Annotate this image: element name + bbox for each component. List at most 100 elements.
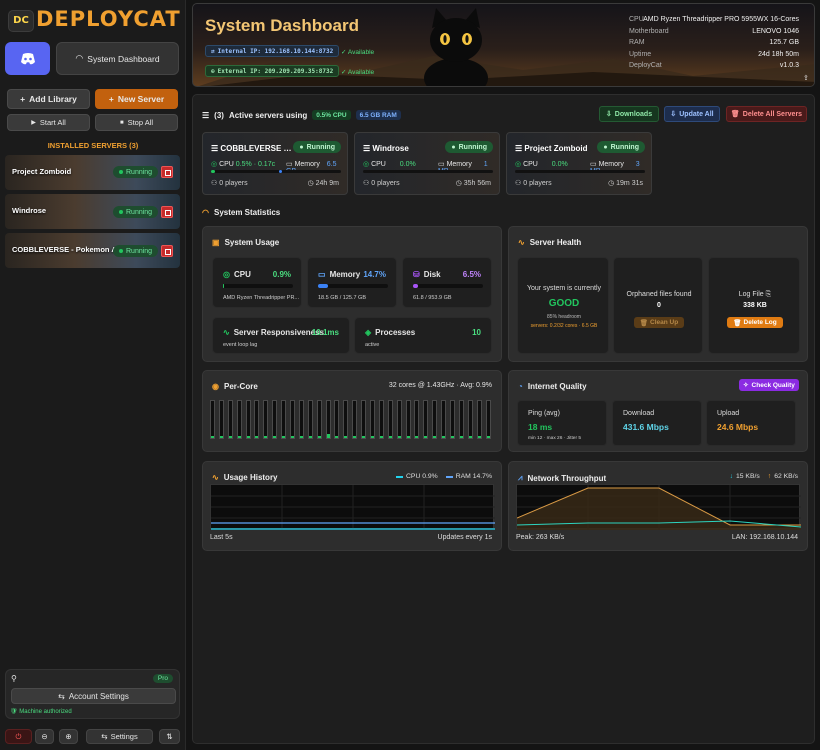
stop-all-label: Stop All [127, 118, 154, 127]
power-button[interactable]: ⏻ [5, 729, 32, 744]
core-bar [281, 400, 287, 439]
upload-value: 24.6 Mbps [717, 422, 759, 432]
core-bar [370, 400, 376, 439]
stop-server-button[interactable] [161, 206, 173, 218]
cpu-usage-pill: 0.5% CPU [312, 110, 351, 120]
export-icon[interactable]: ⇪ [803, 74, 809, 82]
delete-all-servers-button[interactable]: 🗑 Delete All Servers [726, 106, 807, 122]
player-count: ⚇ 0 players [515, 180, 552, 187]
sliders-icon: ⇆ [101, 732, 108, 741]
core-bar [290, 400, 296, 439]
sidebar: DC DEPLOYCAT ◠ System Dashboard + Add Li… [0, 0, 186, 750]
core-bar [485, 400, 491, 439]
responsiveness-label: ∿ Server Responsiveness [223, 328, 324, 337]
core-bar [325, 400, 331, 439]
zoom-out-icon: ⊖ [41, 732, 48, 741]
server-card-metrics: ◎ CPU 0.0% ▭ Memory 3 MB [515, 161, 640, 175]
upload-label: Upload [717, 410, 740, 417]
network-throughput-title: ⩘ Network Throughput [518, 473, 607, 483]
discord-button[interactable] [5, 42, 50, 75]
trash-icon: 🗑 [730, 111, 740, 118]
disk-tile: ⛁ Disk 6.5% 61.8 / 953.9 GB [402, 257, 492, 308]
cpu-sub: AMD Ryzen Threadripper PR... [223, 295, 300, 301]
internal-ip-status: ✓ Available [341, 49, 375, 56]
server-card-bar [515, 170, 645, 173]
status-badge: Running [113, 166, 159, 178]
server-name: Project Zomboid [12, 167, 72, 176]
processes-label: ◈ Processes [365, 328, 416, 337]
processes-sub: active [365, 342, 380, 348]
add-library-button[interactable]: + Add Library [7, 89, 90, 109]
active-servers-header: ☰ (3) Active servers using 0.5% CPU 6.5 … [202, 110, 401, 120]
zoom-in-button[interactable]: ⊕ [59, 729, 78, 744]
core-bar [210, 400, 215, 439]
memory-tile: ▭ Memory 14.7% 18.5 GB / 125.7 GB [307, 257, 397, 308]
health-detail: servers: 0.2/32 cores · 6.5 GB [530, 323, 598, 329]
power-icon: ⏻ [15, 731, 22, 741]
plus-icon: + [20, 94, 26, 104]
settings-button[interactable]: ⇆ Settings [86, 729, 153, 744]
pulse-icon: ∿ [223, 328, 230, 337]
stop-server-button[interactable] [161, 245, 173, 257]
player-count: ⚇ 0 players [211, 180, 248, 187]
new-server-button[interactable]: + New Server [95, 89, 178, 109]
server-card-title: ☰ Project Zomboid [515, 144, 588, 153]
responsiveness-sub: event loop lag [223, 342, 258, 348]
swap-icon: ⇅ [166, 732, 173, 741]
downloads-button[interactable]: ⇩ Downloads [599, 106, 659, 122]
usage-history-left-footer: Last 5s [210, 534, 233, 541]
upload-tile: Upload 24.6 Mbps [706, 400, 796, 446]
zoom-out-button[interactable]: ⊖ [35, 729, 54, 744]
check-quality-button[interactable]: ✧ Check Quality [739, 379, 799, 391]
server-item-windrose[interactable]: Windrose Running [5, 194, 180, 229]
stop-server-button[interactable] [161, 166, 173, 178]
main-content: System Dashboard ⇄ Internal IP: 192.168.1… [192, 3, 815, 744]
core-bar [450, 400, 456, 439]
installed-servers-title: INSTALLED SERVERS (3) [47, 141, 139, 150]
core-bar [423, 400, 429, 439]
disk-label: ⛁ Disk [413, 270, 441, 279]
page-title: System Dashboard [205, 16, 359, 35]
server-name: Windrose [12, 206, 47, 215]
system-dashboard-button[interactable]: ◠ System Dashboard [56, 42, 179, 75]
responsiveness-value: 10.1ms [311, 328, 339, 337]
network-throughput-chart [516, 484, 802, 530]
discord-icon [20, 52, 35, 64]
account-settings-label: Account Settings [68, 691, 129, 701]
per-core-title: ◉ Per-Core [212, 382, 258, 391]
clean-up-button[interactable]: 🗑 Clean Up [633, 317, 685, 328]
server-item-project-zomboid[interactable]: Project Zomboid Running [5, 155, 180, 190]
trash-icon: 🗑 [733, 319, 742, 327]
core-bar [343, 400, 349, 439]
internal-ip-badge[interactable]: ⇄ Internal IP: 192.168.10.144:8732 [205, 45, 340, 57]
play-icon: ▶ [31, 120, 36, 126]
delete-log-button[interactable]: 🗑 Delete Log [727, 317, 783, 328]
ping-tile: Ping (avg) 18 ms min 12 · max 26 · Jitte… [517, 400, 607, 446]
player-count: ⚇ 0 players [363, 180, 400, 187]
swap-button[interactable]: ⇅ [159, 729, 180, 744]
update-all-button[interactable]: ⇩ Update All [664, 106, 720, 122]
delete-log-wrap: 🗑 Delete Log [709, 317, 801, 328]
core-bar [254, 400, 260, 439]
server-card-cobbleverse[interactable]: ☰ COBBLEVERSE - Pokemon Adventure ● Runn… [202, 132, 348, 195]
server-card-project-zomboid[interactable]: ☰ Project Zomboid ● Running ◎ CPU 0.0% ▭… [506, 132, 652, 195]
per-core-bars [210, 400, 491, 439]
pulse-icon: ∿ [212, 473, 219, 482]
server-card-windrose[interactable]: ☰ Windrose ● Running ◎ CPU 0.0% ▭ Memory… [354, 132, 500, 195]
network-plot [516, 485, 802, 530]
stop-all-button[interactable]: ■ Stop All [95, 114, 178, 131]
processes-value: 10 [472, 328, 481, 337]
system-statistics-title: ◠ System Statistics [202, 208, 281, 217]
start-all-button[interactable]: ▶ Start All [7, 114, 90, 131]
core-bar [405, 400, 411, 439]
server-card-title: ☰ Windrose [363, 144, 409, 153]
cpu-tile: ◎ CPU 0.9% AMD Ryzen Threadripper PR... [212, 257, 302, 308]
usage-history-box: ∿ Usage History CPU 0.9% RAM 14.7% Last 5… [202, 461, 502, 551]
add-library-label: Add Library [29, 94, 77, 104]
external-ip-status: ✓ Available [341, 69, 375, 76]
download-icon: ⇩ [670, 111, 677, 118]
external-ip-badge[interactable]: ⊕ External IP: 209.209.209.35:8732 [205, 65, 340, 77]
chip-icon: ◉ [212, 382, 219, 391]
account-settings-button[interactable]: ⇆ Account Settings [11, 688, 176, 704]
server-item-cobbleverse[interactable]: COBBLEVERSE - Pokemon Ad... Running [5, 233, 180, 268]
